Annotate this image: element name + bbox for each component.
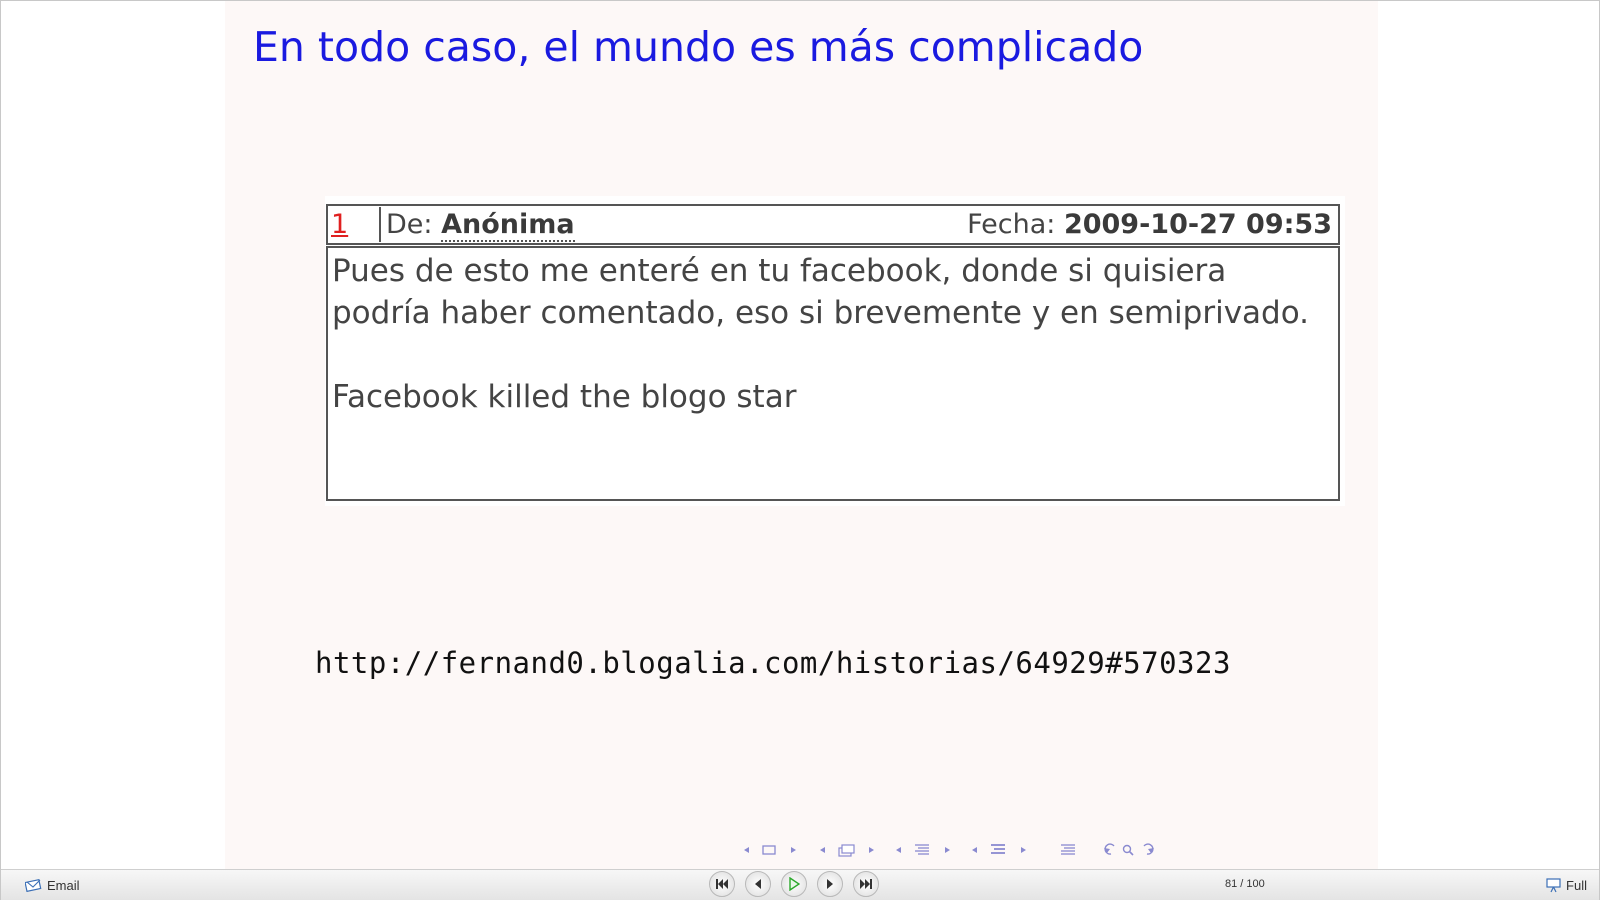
back-search-forward-icon[interactable] [1101, 842, 1157, 858]
previous-page-button[interactable] [745, 871, 771, 897]
comment-screenshot: 1 De: Anónima Fecha: 2009-10-27 09:53 Pu… [325, 196, 1345, 506]
slide: En todo caso, el mundo es más complicado… [225, 1, 1378, 869]
full-label: Full [1566, 877, 1587, 893]
comment-header: 1 De: Anónima Fecha: 2009-10-27 09:53 [326, 204, 1340, 245]
email-label: Email [47, 877, 80, 893]
viewer-toolbar: Email 81 / 100 Full [1, 869, 1599, 900]
playback-controls [709, 871, 879, 897]
last-page-button[interactable] [853, 871, 879, 897]
date-label: Fecha: [967, 209, 1056, 240]
beamer-navigation [741, 839, 1157, 861]
comment-author: Anónima [441, 209, 575, 242]
comment-text-1: Pues de esto me enteré en tu facebook, d… [332, 253, 1309, 331]
date-value: 2009-10-27 09:53 [1063, 209, 1332, 240]
source-url: http://fernand0.blogalia.com/historias/6… [315, 646, 1231, 680]
skip-first-icon [716, 879, 728, 889]
from-label: De: [386, 209, 433, 240]
previous-icon [755, 879, 761, 889]
skip-last-icon [860, 879, 872, 889]
presentation-icon [1546, 878, 1561, 893]
email-button[interactable]: Email [25, 875, 80, 895]
play-button[interactable] [781, 871, 807, 897]
subsection-nav-icon[interactable] [895, 842, 957, 858]
frame-nav-icon[interactable] [741, 842, 805, 858]
section-nav-icon[interactable] [971, 842, 1033, 858]
comment-body: Pues de esto me enteré en tu facebook, d… [326, 246, 1340, 501]
comment-text-2: Facebook killed the blogo star [332, 379, 797, 415]
comment-number-link[interactable]: 1 [329, 207, 381, 242]
pdf-viewer: En todo caso, el mundo es más complicado… [0, 0, 1600, 900]
fullscreen-button[interactable]: Full [1546, 875, 1587, 895]
first-page-button[interactable] [709, 871, 735, 897]
slide-title: En todo caso, el mundo es más complicado [253, 23, 1144, 71]
play-icon [789, 877, 800, 891]
next-page-button[interactable] [817, 871, 843, 897]
frames-nav-icon[interactable] [819, 842, 881, 858]
comment-date: Fecha: 2009-10-27 09:53 [967, 207, 1332, 242]
next-icon [827, 879, 833, 889]
comment-from: De: Anónima [386, 207, 575, 242]
page-indicator: 81 / 100 [1225, 878, 1265, 890]
document-nav-icon[interactable] [1047, 842, 1087, 858]
envelope-icon [25, 878, 42, 892]
